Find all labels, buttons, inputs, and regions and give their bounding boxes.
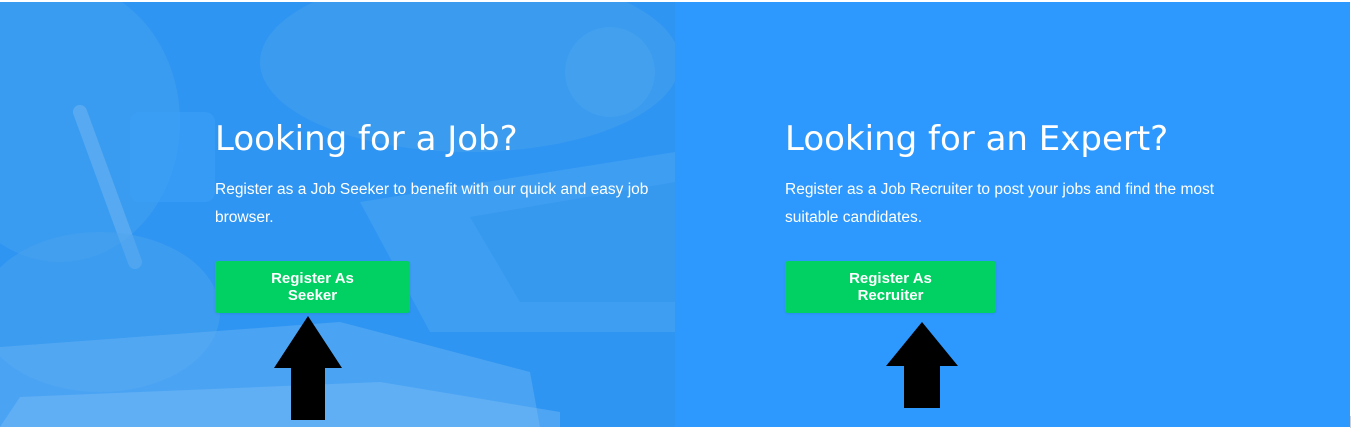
scrollbar-hint <box>1350 416 1351 428</box>
register-banner: Looking for a Job? Register as a Job See… <box>0 0 1353 430</box>
seeker-panel: Looking for a Job? Register as a Job See… <box>0 2 675 427</box>
recruiter-description: Register as a Job Recruiter to post your… <box>785 181 1215 226</box>
seeker-description: Register as a Job Seeker to benefit with… <box>215 181 649 226</box>
up-arrow-icon <box>274 316 342 420</box>
register-as-recruiter-button[interactable]: Register As Recruiter <box>785 261 996 313</box>
recruiter-title: Looking for an Expert? <box>785 119 1169 159</box>
recruiter-panel: Looking for an Expert? Register as a Job… <box>675 2 1350 427</box>
seeker-title: Looking for a Job? <box>215 119 518 159</box>
register-as-seeker-button[interactable]: Register As Seeker <box>215 261 410 313</box>
up-arrow-icon <box>886 322 958 408</box>
